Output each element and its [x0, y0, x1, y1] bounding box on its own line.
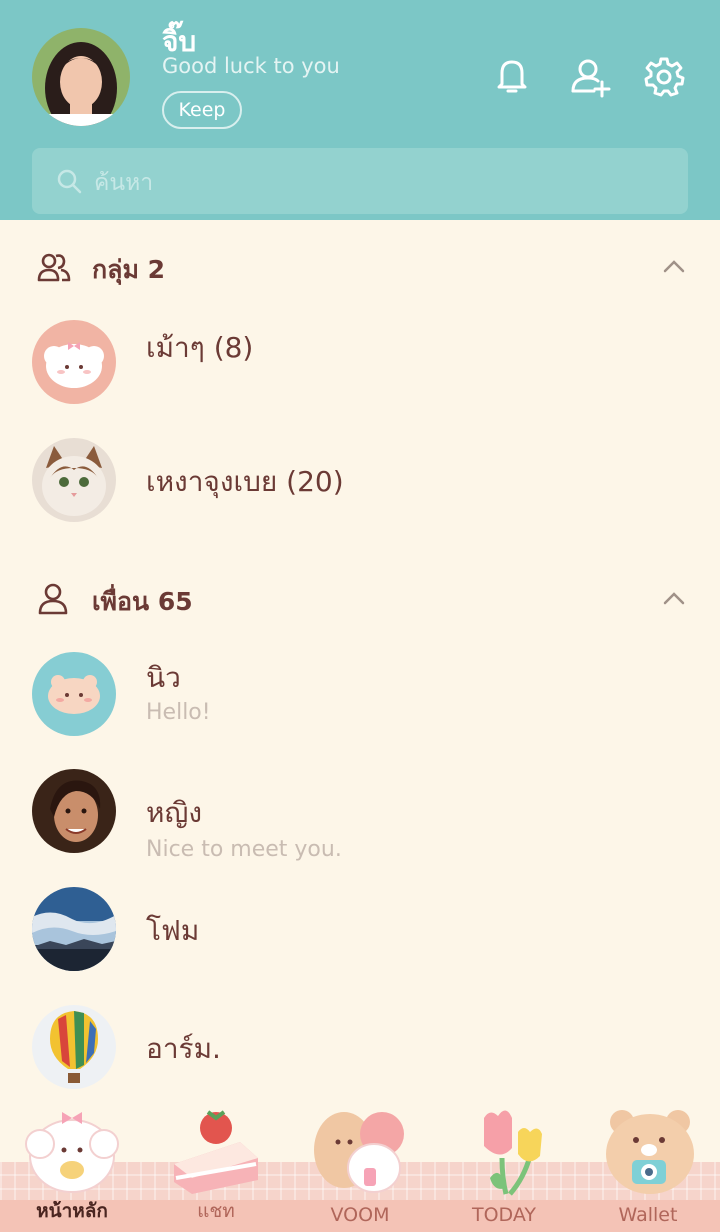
- tab-chat[interactable]: แชท: [144, 1090, 288, 1232]
- group-avatar: [32, 438, 116, 522]
- friend-name: อาร์ม.: [146, 1032, 221, 1065]
- search-bar[interactable]: ค้นหา: [32, 148, 688, 214]
- friend-item-foam[interactable]: โฟม: [0, 879, 720, 979]
- friend-avatar: [32, 1005, 116, 1089]
- tulip-today-icon: [484, 1110, 542, 1196]
- tab-wallet[interactable]: Wallet: [576, 1090, 720, 1232]
- friend-status: Hello!: [146, 700, 211, 725]
- friend-avatar: [32, 769, 116, 853]
- tab-today-label: TODAY: [472, 1204, 536, 1226]
- groups-section-title: กลุ่ม 2: [92, 255, 166, 284]
- group-item-ngao[interactable]: เหงาจุงเบย (20): [0, 430, 720, 530]
- profile-header: จิ๊บ Good luck to you Keep ค้นหา: [0, 0, 720, 220]
- groups-section-header[interactable]: กลุ่ม 2: [0, 242, 720, 292]
- group-name: เหงาจุงเบย (20): [146, 465, 344, 498]
- bottom-tab-bar: หน้าหลัก แชท VOOM TODAY Wallet: [0, 1090, 720, 1232]
- chevron-up-icon[interactable]: [660, 588, 688, 608]
- tab-today[interactable]: TODAY: [432, 1090, 576, 1232]
- profile-avatar[interactable]: [32, 28, 130, 126]
- add-friend-icon[interactable]: [568, 54, 612, 98]
- tab-voom-label: VOOM: [330, 1204, 390, 1226]
- friend-icon: [38, 583, 68, 615]
- search-placeholder: ค้นหา: [94, 170, 154, 196]
- profile-status-message[interactable]: Good luck to you: [162, 54, 340, 78]
- friend-item-arm[interactable]: อาร์ม.: [0, 997, 720, 1097]
- search-icon: [57, 169, 82, 194]
- friend-item-ying[interactable]: หญิง Nice to meet you.: [0, 761, 720, 862]
- tab-chat-label: แชท: [197, 1200, 235, 1222]
- cake-chat-icon: [174, 1110, 258, 1194]
- group-avatar: [32, 320, 116, 404]
- chevron-up-icon[interactable]: [660, 256, 688, 276]
- keep-button[interactable]: Keep: [162, 91, 242, 129]
- tab-voom[interactable]: VOOM: [288, 1090, 432, 1232]
- group-item-mao[interactable]: เม้าๆ (8): [0, 312, 720, 412]
- bear-camera-wallet-icon: [606, 1110, 694, 1194]
- tab-wallet-label: Wallet: [618, 1204, 678, 1226]
- puppy-home-icon: [25, 1112, 119, 1193]
- gear-icon[interactable]: [642, 54, 686, 98]
- friends-section-title: เพื่อน 65: [92, 587, 193, 616]
- friend-status: Nice to meet you.: [146, 837, 342, 862]
- friend-avatar: [32, 887, 116, 971]
- friend-name: หญิง: [146, 796, 202, 829]
- bear-voom-icon: [314, 1112, 404, 1193]
- friend-item-niw[interactable]: นิว Hello!: [0, 644, 720, 744]
- friend-name: นิว: [146, 661, 181, 694]
- group-name: เม้าๆ (8): [146, 331, 254, 364]
- friends-section-header[interactable]: เพื่อน 65: [0, 574, 720, 624]
- tab-home-label: หน้าหลัก: [36, 1200, 108, 1222]
- friend-name: โฟม: [146, 914, 200, 947]
- friend-avatar: [32, 652, 116, 736]
- groups-icon: [37, 253, 71, 282]
- bell-icon[interactable]: [490, 54, 534, 98]
- tab-home[interactable]: หน้าหลัก: [0, 1090, 144, 1232]
